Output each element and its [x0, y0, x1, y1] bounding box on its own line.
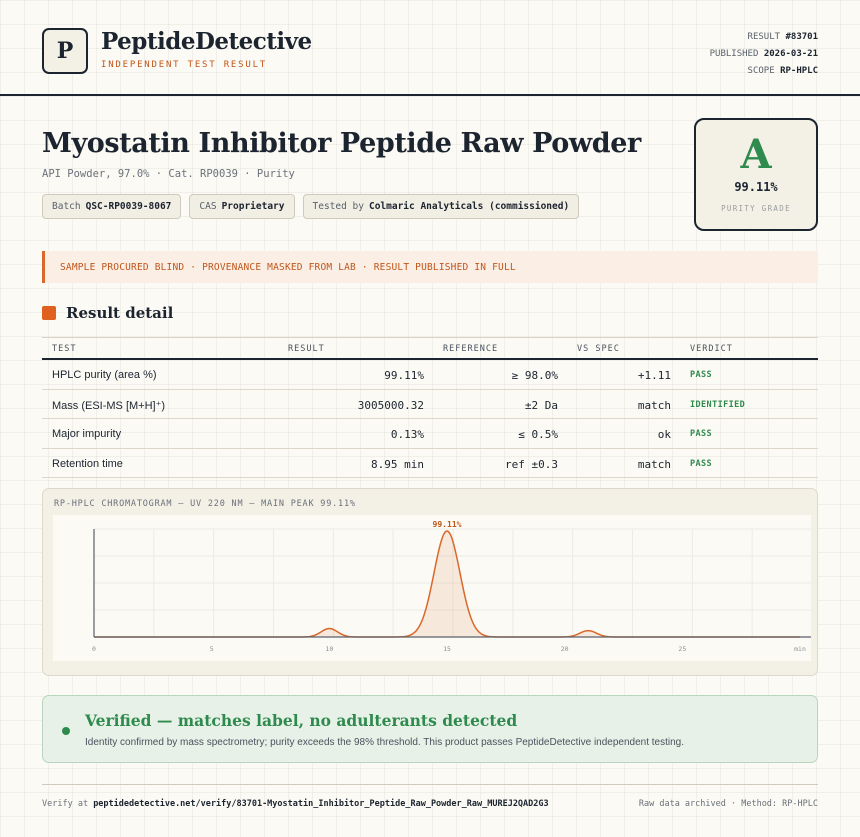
brand-logo[interactable]: P	[42, 28, 88, 74]
x-tick-label: 5	[210, 645, 214, 653]
peak-label: 99.11%	[433, 520, 462, 529]
x-tick-label: 0	[92, 645, 96, 653]
meta-published-value: 2026-03-21	[763, 49, 818, 59]
tested-by-chip-value: Colmaric Analyticals (commissioned)	[368, 201, 570, 212]
batch-chip-value: QSC-RP0039-8067	[85, 201, 172, 212]
table-row: HPLC purity (area %) 99.11% ≥ 98.0% +1.1…	[42, 360, 818, 390]
section-title: Result detail	[66, 304, 174, 322]
brand-subtitle: INDEPENDENT TEST RESULT	[101, 60, 268, 70]
x-tick-label: min	[794, 645, 806, 653]
cell-vs-spec: ok	[657, 428, 671, 441]
verify-prefix: Verify at	[42, 799, 89, 809]
footer-method: Raw data archived · Method: RP-HPLC	[638, 799, 818, 809]
th-result: RESULT	[288, 344, 325, 354]
cell-test: Retention time	[52, 457, 123, 470]
verified-text: Identity confirmed by mass spectrometry;…	[85, 737, 685, 748]
verdict-badge: IDENTIFIED	[690, 399, 746, 410]
table-header: TEST RESULT REFERENCE VS SPEC VERDICT	[42, 337, 818, 360]
cell-result: 99.11%	[384, 369, 424, 382]
table-row: Retention time 8.95 min ref ±0.3 match P…	[42, 449, 818, 478]
tested-by-chip: Tested by Colmaric Analyticals (commissio…	[302, 194, 580, 219]
report-meta: RESULT #83701 PUBLISHED 2026-03-21 SCOPE…	[710, 29, 818, 80]
cell-vs-spec: match	[637, 398, 671, 412]
table-row: Mass (ESI-MS [M+H]⁺) 3005000.32 ±2 Da ma…	[42, 390, 818, 419]
verdict-badge: PASS	[690, 429, 713, 439]
th-test: TEST	[52, 344, 77, 354]
meta-scope: SCOPE RP-HPLC	[710, 63, 818, 80]
verdict-badge: PASS	[690, 458, 713, 469]
footer-divider	[42, 784, 818, 785]
grade-value: 99.11%	[734, 180, 778, 194]
meta-published: PUBLISHED 2026-03-21	[710, 46, 818, 63]
verify-link[interactable]: Verify at peptidedetective.net/verify/83…	[42, 799, 549, 809]
verified-panel: Verified — matches label, no adulterants…	[42, 695, 818, 763]
meta-result: RESULT #83701	[710, 29, 818, 46]
brand-name[interactable]: PeptideDetective	[101, 28, 312, 55]
batch-chip: Batch QSC-RP0039-8067	[42, 194, 182, 219]
cell-vs-spec: +1.11	[637, 369, 671, 382]
meta-result-label: RESULT	[747, 32, 781, 42]
cell-reference: ref ±0.3	[505, 457, 558, 471]
chart-title: RP-HPLC CHROMATOGRAM — UV 220 NM — MAIN …	[54, 499, 356, 509]
product-title: Myostatin Inhibitor Peptide Raw Powder	[42, 128, 641, 159]
cell-reference: ≤ 0.5%	[518, 428, 558, 441]
chromatogram-card: RP-HPLC CHROMATOGRAM — UV 220 NM — MAIN …	[42, 488, 818, 676]
verify-url[interactable]: peptidedetective.net/verify/83701-Myosta…	[93, 799, 548, 809]
th-vs-spec: VS SPEC	[577, 344, 620, 354]
procurement-banner: SAMPLE PROCURED BLIND · PROVENANCE MASKE…	[42, 251, 818, 283]
chromatogram-chart: 0 5 10 15 20 25 min 99.11%	[53, 515, 811, 661]
meta-result-value: #83701	[785, 32, 818, 42]
verified-title: Verified — matches label, no adulterants…	[85, 711, 518, 730]
cell-result: 8.95 min	[371, 457, 424, 471]
cas-chip-label: CAS	[199, 201, 217, 212]
x-tick-label: 20	[561, 645, 569, 653]
cell-result: 0.13%	[390, 428, 424, 441]
cas-chip: CAS Proprietary	[189, 194, 295, 219]
x-tick-label: 25	[678, 645, 686, 653]
meta-published-label: PUBLISHED	[709, 49, 759, 59]
x-tick-label: 10	[325, 645, 333, 653]
cell-vs-spec: match	[637, 457, 671, 471]
cell-result: 3005000.32	[357, 398, 424, 412]
cell-test: Mass (ESI-MS [M+H]⁺)	[52, 399, 166, 412]
verified-dot-icon	[62, 727, 70, 735]
report-header: P PeptideDetective INDEPENDENT TEST RESU…	[0, 0, 860, 96]
product-subtitle: API Powder, 97.0% · Cat. RP0039 · Purity	[42, 168, 295, 180]
product-chips: Batch QSC-RP0039-8067 CAS Proprietary Test…	[42, 194, 580, 219]
cell-reference: ≥ 98.0%	[511, 369, 558, 382]
cell-test: Major impurity	[52, 428, 122, 440]
tested-by-chip-label: Tested by	[312, 201, 364, 212]
th-verdict: VERDICT	[690, 344, 733, 354]
grade-label: PURITY GRADE	[721, 204, 791, 213]
table-row: Major impurity 0.13% ≤ 0.5% ok PASS	[42, 419, 818, 449]
grade-letter: A	[740, 131, 772, 178]
th-reference: REFERENCE	[443, 344, 499, 354]
meta-scope-value: RP-HPLC	[780, 66, 818, 76]
verdict-badge: PASS	[690, 370, 713, 380]
meta-scope-label: SCOPE	[747, 66, 775, 76]
cell-test: HPLC purity (area %)	[52, 369, 157, 381]
cell-reference: ±2 Da	[524, 398, 558, 412]
purity-grade-card: A 99.11% PURITY GRADE	[694, 118, 818, 231]
batch-chip-label: Batch	[52, 201, 81, 212]
section-marker-icon	[42, 306, 56, 320]
cas-chip-value: Proprietary	[221, 201, 285, 212]
x-tick-label: 15	[443, 645, 451, 653]
result-table: TEST RESULT REFERENCE VS SPEC VERDICT HP…	[42, 337, 818, 478]
